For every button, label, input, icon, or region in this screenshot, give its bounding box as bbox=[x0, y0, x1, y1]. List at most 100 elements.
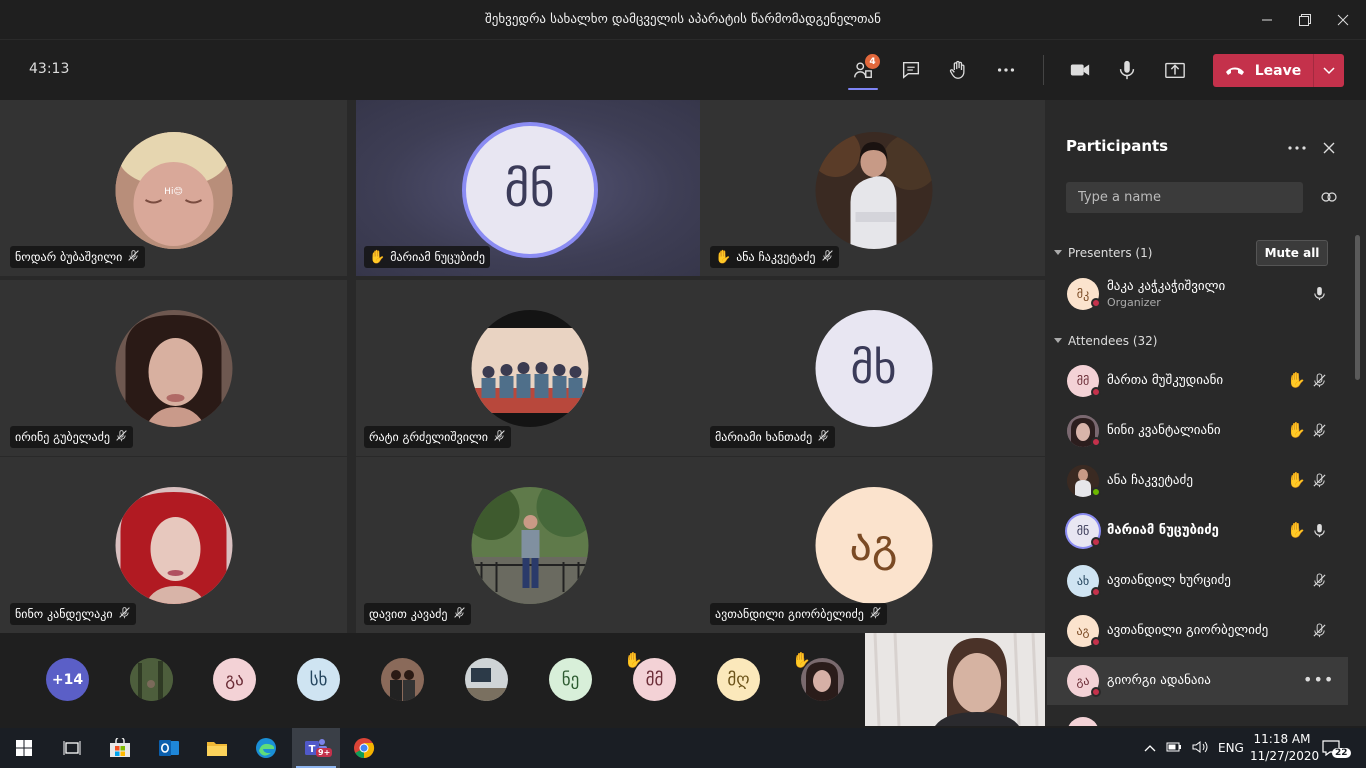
strip-avatar-photo[interactable] bbox=[801, 658, 844, 701]
window-title: შეხვედრა სახალხო დამცველის აპარატის წარმ… bbox=[485, 12, 881, 27]
presenter-row[interactable]: მკ მაკა კაჭკაჭიშვილი Organizer bbox=[1047, 270, 1348, 318]
participant-name: მარიამ ნუცუბიძე bbox=[1107, 523, 1219, 538]
link-icon bbox=[1321, 192, 1337, 202]
panel-more-options[interactable] bbox=[1286, 137, 1308, 159]
mute-all-button[interactable]: Mute all bbox=[1256, 240, 1328, 266]
strip-avatar[interactable]: სხ bbox=[297, 658, 340, 701]
presence-status-icon bbox=[1091, 487, 1101, 497]
more-actions-button[interactable] bbox=[986, 50, 1026, 90]
title-bar: შეხვედრა სახალხო დამცველის აპარატის წარმ… bbox=[0, 0, 1366, 40]
chat-button[interactable] bbox=[891, 50, 931, 90]
system-clock[interactable]: 11:18 AM 11/27/2020 bbox=[1250, 731, 1319, 765]
system-tray: ENG bbox=[1144, 728, 1244, 768]
attendee-row[interactable]: ახ ავთანდილ ხურციძე bbox=[1047, 557, 1348, 605]
attendee-row[interactable]: აგ ავთანდილი გიორბელიძე bbox=[1047, 607, 1348, 655]
raised-hand-icon: ✋ bbox=[715, 249, 732, 265]
volume-icon[interactable] bbox=[1192, 740, 1208, 757]
task-view-button[interactable] bbox=[48, 728, 96, 768]
attendees-section-toggle[interactable]: Attendees (32) bbox=[1054, 334, 1157, 348]
store-app[interactable] bbox=[96, 728, 144, 768]
teams-app[interactable]: T 9+ bbox=[292, 728, 340, 768]
avatar-initials: ნე bbox=[561, 669, 580, 690]
presenters-section-toggle[interactable]: Presenters (1) bbox=[1054, 246, 1152, 260]
close-window-icon[interactable] bbox=[1320, 0, 1366, 40]
more-participants-button[interactable]: +14 bbox=[46, 658, 89, 701]
action-center-button[interactable]: 22 bbox=[1322, 728, 1351, 768]
battery-icon[interactable] bbox=[1166, 741, 1182, 755]
outlook-app[interactable] bbox=[145, 728, 193, 768]
initials-avatar: მნ bbox=[465, 126, 594, 254]
teams-meeting-window: შეხვედრა სახალხო დამცველის აპარატის წარმ… bbox=[0, 0, 1366, 768]
avatar-initials: მღ bbox=[727, 669, 750, 690]
chrome-app[interactable] bbox=[340, 728, 388, 768]
strip-avatar-photo[interactable] bbox=[465, 658, 508, 701]
participant-name: მარიამი ხანთაძე bbox=[715, 430, 813, 444]
participant-name: ავთანდილი გიორბელიძე bbox=[715, 607, 864, 621]
strip-avatar[interactable]: გა bbox=[213, 658, 256, 701]
raise-hand-button[interactable] bbox=[938, 50, 978, 90]
video-tile[interactable]: დავით კავაძე bbox=[356, 457, 703, 633]
strip-avatar-photo[interactable] bbox=[130, 658, 173, 701]
close-panel-button[interactable] bbox=[1318, 137, 1340, 159]
video-tile[interactable]: Hi😊 ნოდარ ბუბაშვილი bbox=[0, 100, 347, 276]
participant-name-tag: დავით კავაძე bbox=[364, 603, 471, 625]
attendee-row-partial[interactable] bbox=[1047, 707, 1348, 726]
portrait-photo: Hi😊 bbox=[115, 132, 232, 249]
mic-off-icon bbox=[869, 606, 882, 622]
participant-photo bbox=[471, 310, 588, 427]
participant-name: ნოდარ ბუბაშვილი bbox=[15, 250, 123, 264]
presenters-label: Presenters (1) bbox=[1068, 246, 1153, 260]
strip-avatar-photo[interactable] bbox=[381, 658, 424, 701]
presence-status-icon bbox=[1091, 637, 1101, 647]
start-button[interactable] bbox=[0, 728, 48, 768]
video-tile[interactable]: ნინო კანდელაკი bbox=[0, 457, 347, 633]
video-tile[interactable]: ირინე გუბელაძე bbox=[0, 280, 347, 456]
participant-name-tag: ნოდარ ბუბაშვილი bbox=[10, 246, 146, 268]
raised-hand-icon: ✋ bbox=[369, 249, 386, 265]
presence-status-icon bbox=[1091, 437, 1101, 447]
camera-icon bbox=[1070, 64, 1090, 76]
attendee-row[interactable]: ნინი კვანტალიანი ✋ bbox=[1047, 407, 1348, 455]
avatar-initials: მმ bbox=[1076, 374, 1090, 388]
participant-photo bbox=[815, 132, 932, 249]
video-tile[interactable]: აგ ავთანდილი გიორბელიძე bbox=[700, 457, 1047, 633]
strip-avatar[interactable]: ნე bbox=[549, 658, 592, 701]
panel-scrollbar[interactable] bbox=[1355, 235, 1360, 380]
strip-avatar[interactable]: მმ bbox=[633, 658, 676, 701]
video-tile[interactable]: ✋ ანა ჩაკვეტაძე bbox=[700, 100, 1047, 276]
participants-button[interactable]: 4 bbox=[843, 50, 883, 90]
strip-avatar[interactable]: მღ bbox=[717, 658, 760, 701]
video-tile-active-speaker[interactable]: მნ ✋ მარიამ ნუცუბიძე bbox=[356, 100, 703, 276]
camera-button[interactable] bbox=[1060, 50, 1100, 90]
avatar-initials: მნ bbox=[504, 162, 555, 218]
raised-hand-icon: ✋ bbox=[1287, 521, 1306, 539]
attendee-row[interactable]: მნ მარიამ ნუცუბიძე ✋ bbox=[1047, 507, 1348, 555]
leave-dropdown[interactable] bbox=[1314, 66, 1344, 75]
input-language[interactable]: ENG bbox=[1218, 741, 1244, 755]
participant-name: ნინო კანდელაკი bbox=[15, 607, 113, 621]
copy-invite-link-button[interactable] bbox=[1318, 186, 1340, 208]
leave-main[interactable]: Leave bbox=[1213, 54, 1313, 87]
attendee-row[interactable]: მმ მართა მუშკუდიანი ✋ bbox=[1047, 357, 1348, 405]
mic-off-icon bbox=[1312, 623, 1327, 642]
show-hidden-icons-chevron-icon[interactable] bbox=[1144, 741, 1156, 755]
video-tile[interactable]: რატი გრძელიშვილი bbox=[356, 280, 703, 456]
file-explorer-app[interactable] bbox=[193, 728, 241, 768]
attendee-row[interactable]: ანა ჩაკვეტაძე ✋ bbox=[1047, 457, 1348, 505]
video-tile[interactable]: მხ მარიამი ხანთაძე bbox=[700, 280, 1047, 456]
mic-off-icon bbox=[1312, 573, 1327, 592]
edge-app[interactable] bbox=[242, 728, 290, 768]
self-video-preview[interactable] bbox=[865, 633, 1045, 726]
attendee-row[interactable]: გა გიორგი ადანაია ••• bbox=[1047, 657, 1348, 705]
share-button[interactable] bbox=[1155, 50, 1195, 90]
search-participants-input[interactable] bbox=[1066, 182, 1303, 213]
chrome-browser-icon bbox=[354, 738, 375, 759]
toolbar-divider bbox=[1043, 55, 1044, 85]
participant-name-tag: მარიამი ხანთაძე bbox=[710, 426, 836, 448]
microphone-icon bbox=[1119, 60, 1135, 80]
mic-button[interactable] bbox=[1107, 50, 1147, 90]
forest-photo bbox=[130, 658, 173, 701]
participant-name-tag: რატი გრძელიშვილი bbox=[364, 426, 511, 448]
participant-more-options[interactable]: ••• bbox=[1303, 670, 1334, 689]
leave-button[interactable]: Leave bbox=[1213, 54, 1344, 87]
